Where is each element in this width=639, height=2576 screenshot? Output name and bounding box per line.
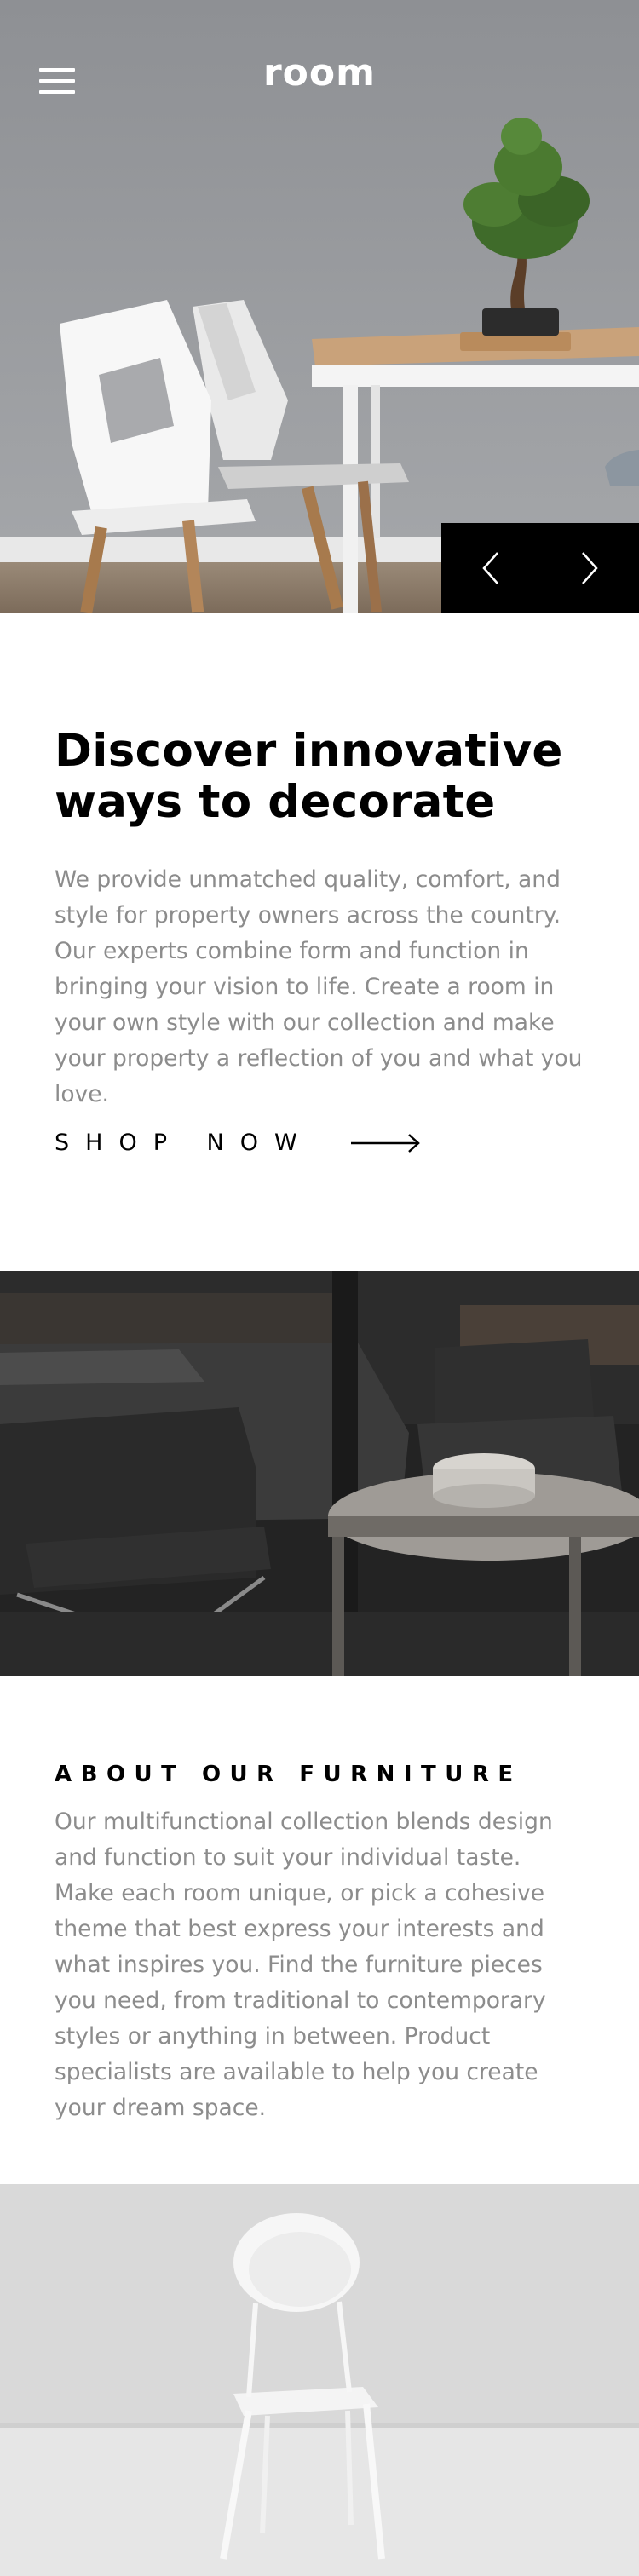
white-chair-image	[0, 2184, 639, 2576]
about-section: ABOUT OUR FURNITURE Our multifunctional …	[0, 1676, 639, 2184]
dark-interior-illustration	[0, 1271, 639, 1676]
shop-now-label: SHOP NOW	[55, 1130, 314, 1156]
dark-interior-image	[0, 1271, 639, 1676]
next-slide-button[interactable]	[540, 523, 639, 613]
discover-section: Discover innovative ways to decorate We …	[0, 613, 639, 1271]
top-navigation: room	[0, 0, 639, 153]
about-heading: ABOUT OUR FURNITURE	[55, 1762, 522, 1787]
chevron-left-icon	[482, 552, 498, 584]
white-chair-illustration	[0, 2184, 639, 2576]
discover-paragraph: We provide unmatched quality, comfort, a…	[55, 866, 583, 1107]
hero-section: room	[0, 0, 639, 613]
discover-heading-line-2: ways to decorate	[55, 776, 496, 828]
brand-logo[interactable]: room	[0, 51, 639, 95]
discover-heading-line-1: Discover innovative	[55, 725, 563, 777]
previous-slide-button[interactable]	[441, 523, 540, 613]
arrow-right-icon	[350, 1133, 420, 1153]
slider-controls	[441, 523, 639, 613]
chevron-right-icon	[582, 552, 598, 584]
shop-now-link[interactable]: SHOP NOW	[55, 1130, 421, 1156]
about-paragraph: Our multifunctional collection blends de…	[55, 1808, 553, 2121]
discover-heading: Discover innovative ways to decorate	[55, 726, 584, 828]
